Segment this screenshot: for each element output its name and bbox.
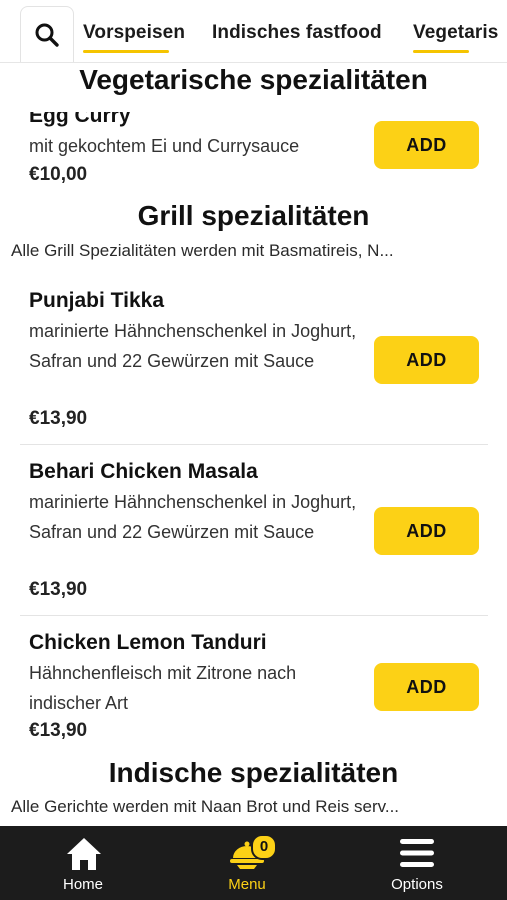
tab-label: Vorspeisen [83, 22, 186, 43]
item-name: Punjabi Tikka [29, 289, 164, 312]
bottom-nav: Home 0 Menu Options [0, 826, 507, 900]
add-button[interactable]: ADD [374, 663, 479, 711]
item-price: €13,90 [29, 720, 88, 741]
nav-options-label: Options [391, 876, 443, 893]
tab-underline [83, 50, 169, 53]
item-description: marinierte Hähnchenschenkel in Joghurt, … [29, 321, 357, 371]
item-price: €13,90 [29, 408, 88, 429]
tab-underline [413, 50, 469, 53]
nav-menu[interactable]: 0 Menu [187, 826, 307, 900]
nav-home-label: Home [62, 876, 103, 893]
category-bar: Vorspeisen Indisches fastfood Vegetaris [0, 0, 507, 63]
item-name: Egg Curry [29, 104, 131, 127]
item-price: €10,00 [29, 164, 88, 185]
section-title-indian: Indische spezialitäten [108, 757, 399, 788]
item-price: €13,90 [29, 579, 88, 600]
tab-vorspeisen[interactable]: Vorspeisen [83, 22, 186, 53]
item-description: marinierte Hähnchenschenkel in Joghurt, … [29, 492, 357, 542]
item-name: Behari Chicken Masala [29, 460, 258, 483]
nav-menu-label: Menu [228, 876, 266, 893]
section-title-grill: Grill spezialitäten [137, 200, 370, 231]
home-icon [67, 838, 101, 870]
tab-vegetarisch[interactable]: Vegetaris [413, 22, 499, 53]
menu-icon [400, 839, 434, 867]
divider [20, 615, 488, 616]
section-subtitle-indian: Alle Gerichte werden mit Naan Brot und R… [11, 797, 400, 816]
tab-label: Indisches fastfood [212, 22, 382, 43]
nav-home[interactable]: Home [23, 826, 143, 900]
add-button[interactable]: ADD [374, 507, 479, 555]
tab-label: Vegetaris [413, 22, 499, 43]
add-button[interactable]: ADD [374, 121, 479, 169]
item-description: mit gekochtem Ei und Currysauce [29, 136, 300, 156]
tab-indisches-fastfood[interactable]: Indisches fastfood [212, 22, 382, 44]
add-button[interactable]: ADD [374, 336, 479, 384]
divider [20, 444, 488, 445]
section-subtitle-grill: Alle Grill Spezialitäten werden mit Basm… [11, 241, 394, 260]
nav-options[interactable]: Options [357, 826, 477, 900]
cart-count-badge: 0 [251, 834, 277, 860]
search-button[interactable] [20, 6, 74, 62]
search-icon [35, 23, 59, 47]
item-description: Hähnchenfleisch mit Zitrone nach indisch… [29, 663, 297, 713]
section-title-vegetarian: Vegetarische spezialitäten [79, 64, 428, 95]
item-name: Chicken Lemon Tanduri [29, 631, 267, 654]
